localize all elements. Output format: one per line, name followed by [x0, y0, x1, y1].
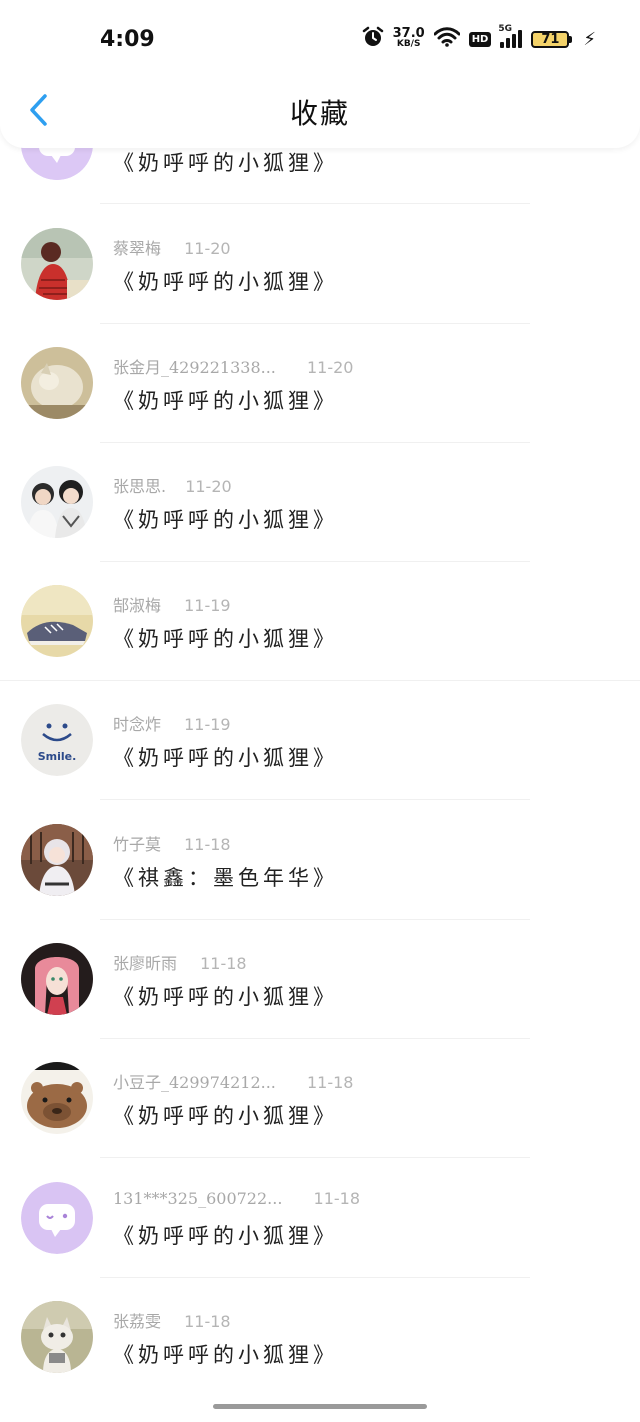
network-type: 5G [498, 24, 513, 34]
list-item[interactable]: 蔡翠梅 11-20 《奶呼呼的小狐狸》 [0, 204, 640, 324]
kitten-avatar[interactable] [21, 1301, 93, 1373]
status-bar: 4:09 37.0 KB/S HD 5G 71 ⚡ [0, 0, 640, 80]
book-title[interactable]: 《奶呼呼的小狐狸》 [113, 385, 338, 415]
girl-red-avatar[interactable] [21, 228, 93, 300]
collector-name: 时念炸 [113, 715, 162, 734]
collect-date: 11-18 [200, 954, 247, 973]
book-title[interactable]: 《奶呼呼的小狐狸》 [113, 1100, 338, 1130]
collect-date: 11-20 [306, 358, 354, 377]
collect-date: 11-20 [185, 477, 232, 496]
charging-icon: ⚡ [583, 28, 596, 50]
collector-meta: 时念炸 11-19 [113, 711, 231, 735]
hd-badge: HD [468, 31, 492, 47]
list-item[interactable]: 张思思. 11-20 《奶呼呼的小狐狸》 [0, 442, 640, 562]
collect-date: 11-18 [184, 1312, 231, 1331]
speed-value: 37.0 [392, 26, 425, 41]
collect-date: 11-18 [184, 835, 231, 854]
list-item[interactable]: 郜淑梅 11-19 《奶呼呼的小狐狸》 [0, 561, 640, 681]
home-indicator[interactable] [213, 1404, 427, 1409]
collector-name: 张廖昕雨 [113, 954, 178, 973]
sneakers-avatar[interactable] [21, 585, 93, 657]
collector-meta: 小豆子_429974212... 11-18 [113, 1069, 353, 1093]
status-icons: 37.0 KB/S HD 5G 71 ⚡ [362, 24, 596, 52]
collector-name: 张荔雯 [113, 1312, 162, 1331]
pink-hair-avatar[interactable] [21, 943, 93, 1015]
list-item[interactable]: 小豆子_429974212... 11-18 《奶呼呼的小狐狸》 [0, 1038, 640, 1158]
battery-level: 71 [531, 30, 570, 48]
collector-name: 郜淑梅 [113, 596, 162, 615]
collect-date: 11-18 [313, 1189, 361, 1208]
list-item[interactable]: 竹子莫 11-18 《祺鑫：墨色年华》 [0, 800, 640, 920]
collector-name: 张思思. [113, 477, 167, 496]
network-speed: 37.0 KB/S [392, 26, 425, 49]
cat-avatar[interactable] [21, 347, 93, 419]
list-item[interactable]: 张荔雯 11-18 《奶呼呼的小狐狸》 [0, 1277, 640, 1397]
battery-icon: 71 [531, 30, 573, 48]
collect-date: 11-18 [306, 1073, 354, 1092]
status-time: 4:09 [100, 27, 155, 52]
list-item[interactable]: 131***325_600722... 11-18 《奶呼呼的小狐狸》 [0, 1158, 640, 1278]
list-item[interactable]: Smile. 时念炸 11-19 《奶呼呼的小狐狸》 [0, 680, 640, 800]
list-item[interactable]: 张金月_429221338... 11-20 《奶呼呼的小狐狸》 [0, 323, 640, 443]
collector-meta: 张廖昕雨 11-18 [113, 950, 247, 974]
smile-avatar[interactable]: Smile. [21, 704, 93, 776]
list-item[interactable]: 张廖昕雨 11-18 《奶呼呼的小狐狸》 [0, 919, 640, 1039]
book-title[interactable]: 《奶呼呼的小狐狸》 [113, 504, 338, 534]
collector-name: 张金月_429221338... [113, 358, 276, 377]
signal-icon: 5G [498, 24, 523, 48]
book-title[interactable]: 《奶呼呼的小狐狸》 [113, 981, 338, 1011]
alarm-icon [362, 26, 384, 52]
speed-unit: KB/S [396, 39, 421, 49]
wifi-icon [433, 27, 461, 51]
collect-date: 11-20 [184, 239, 231, 258]
collect-date: 11-19 [184, 715, 231, 734]
svg-text:Smile.: Smile. [38, 750, 77, 763]
book-title[interactable]: 《祺鑫：墨色年华》 [113, 862, 338, 892]
book-title[interactable]: 《奶呼呼的小狐狸》 [113, 623, 338, 653]
collector-meta: 张荔雯 11-18 [113, 1308, 231, 1332]
collect-date: 11-19 [184, 596, 231, 615]
book-title: 《奶呼呼的小狐狸》 [113, 151, 338, 175]
capybara-avatar[interactable] [21, 1062, 93, 1134]
book-title[interactable]: 《奶呼呼的小狐狸》 [113, 742, 338, 772]
collector-meta: 郜淑梅 11-19 [113, 592, 231, 616]
collector-meta: 张思思. 11-20 [113, 473, 232, 497]
collector-meta: 竹子莫 11-18 [113, 831, 231, 855]
collector-name: 竹子莫 [113, 835, 162, 854]
page-title: 收藏 [289, 97, 350, 130]
collector-meta: 张金月_429221338... 11-20 [113, 354, 353, 378]
couple-avatar[interactable] [21, 466, 93, 538]
book-title[interactable]: 《奶呼呼的小狐狸》 [113, 266, 338, 296]
collector-meta: 蔡翠梅 11-20 [113, 235, 231, 259]
chat-bubble-avatar[interactable] [21, 1182, 93, 1254]
collector-name: 131***325_600722... [113, 1189, 283, 1208]
anime-girl-avatar[interactable] [21, 824, 93, 896]
book-title[interactable]: 《奶呼呼的小狐狸》 [113, 1220, 338, 1250]
book-title[interactable]: 《奶呼呼的小狐狸》 [113, 1339, 338, 1369]
collector-name: 小豆子_429974212... [113, 1073, 276, 1092]
collector-meta: 131***325_600722... 11-18 [113, 1189, 360, 1208]
collector-name: 蔡翠梅 [113, 239, 162, 258]
